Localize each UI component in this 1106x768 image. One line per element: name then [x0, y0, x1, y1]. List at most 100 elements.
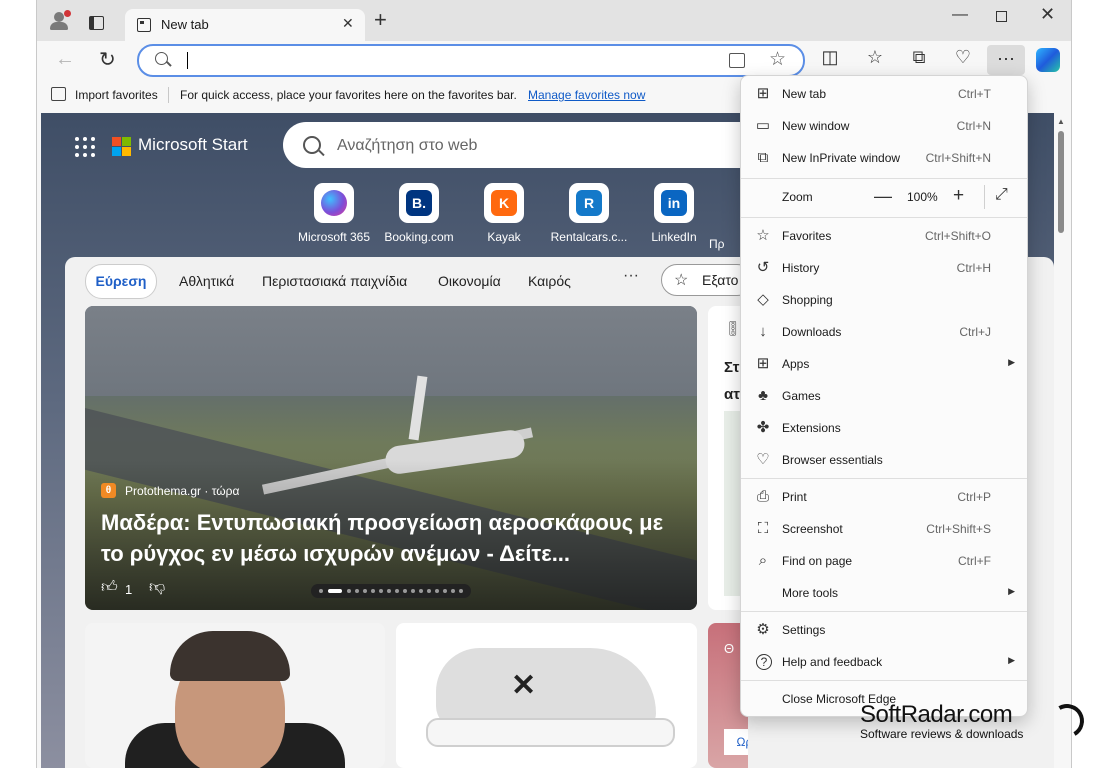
extensions-icon: ✤	[756, 419, 770, 436]
fullscreen-icon[interactable]: ⤢	[995, 186, 1008, 204]
menu-item-new-tab[interactable]: ⊞ New tab Ctrl+T	[741, 79, 1027, 109]
menu-item-new-window[interactable]: ▭ New window Ctrl+N	[741, 111, 1027, 141]
tab-actions-icon[interactable]	[89, 16, 104, 30]
copilot-icon[interactable]	[1036, 48, 1060, 72]
quick-link-booking[interactable]: B. Booking.com	[374, 183, 464, 244]
news-card-person[interactable]	[85, 623, 385, 768]
article-source[interactable]: Protothema.gr · τώρα	[125, 484, 239, 498]
menu-item-history[interactable]: ↺ History Ctrl+H	[741, 253, 1027, 283]
menu-item-label: New tab	[782, 87, 827, 101]
favorites-star-icon[interactable]: ☆	[863, 47, 887, 68]
thumbs-up-icon[interactable]: 👍︎	[101, 578, 118, 597]
menu-item-settings[interactable]: ⚙ Settings	[741, 615, 1027, 645]
menu-item-shortcut: Ctrl+P	[957, 490, 991, 504]
menu-item-label: Help and feedback	[782, 655, 883, 669]
feed-tab-casual-games[interactable]: Περιστασιακά παιχνίδια	[262, 273, 407, 289]
immersive-reader-icon[interactable]	[729, 53, 745, 68]
help-icon: ?	[756, 654, 772, 670]
settings-and-more-menu: ⊞ New tab Ctrl+T ▭ New window Ctrl+N ⧉ N…	[740, 75, 1028, 717]
quick-link-label: Kayak	[487, 230, 521, 244]
app-launcher-icon[interactable]	[75, 137, 95, 157]
toolbar: ← ↻ ☆ ◫ ☆ ⧉ ♡ ···	[37, 41, 1071, 79]
import-favorites-icon[interactable]	[51, 87, 66, 101]
add-favorite-star-icon[interactable]: ☆	[769, 48, 786, 71]
weather-tab-hourly[interactable]: Ωριαία	[724, 729, 748, 755]
refresh-icon[interactable]: ↻	[99, 47, 116, 72]
zoom-value: 100%	[907, 190, 938, 204]
menu-separator	[741, 680, 1027, 681]
scroll-up-arrow-icon[interactable]: ▲	[1057, 117, 1065, 126]
menu-item-more-tools[interactable]: More tools ▶	[741, 578, 1027, 608]
window-close-icon[interactable]: ✕	[1040, 4, 1055, 25]
collections-icon[interactable]: ⧉	[907, 47, 931, 68]
profile-avatar-icon[interactable]	[49, 10, 71, 32]
submenu-arrow-icon: ▶	[1008, 655, 1015, 665]
vertical-scrollbar[interactable]: ▲	[1054, 113, 1068, 768]
import-favorites-button[interactable]: Import favorites	[75, 88, 158, 102]
menu-item-downloads[interactable]: ↓ Downloads Ctrl+J	[741, 317, 1027, 347]
inprivate-icon: ⧉	[757, 149, 769, 166]
menu-item-label: Favorites	[782, 229, 832, 243]
traffic-card-text: Στ ατ	[724, 359, 740, 403]
quick-link-microsoft-365[interactable]: Microsoft 365	[289, 183, 379, 244]
back-arrow-icon[interactable]: ←	[55, 48, 75, 71]
scroll-thumb[interactable]	[1058, 131, 1064, 233]
hero-news-card[interactable]: θ Protothema.gr · τώρα Μαδέρα: Εντυπωσια…	[85, 306, 697, 610]
ad-card-shoe[interactable]: ✕	[396, 623, 697, 768]
new-window-icon: ▭	[755, 117, 771, 134]
settings-and-more-button[interactable]: ···	[987, 45, 1025, 75]
tab-new-tab[interactable]: New tab ✕	[125, 9, 365, 41]
menu-item-shopping[interactable]: ◇ Shopping	[741, 285, 1027, 315]
tab-title: New tab	[161, 17, 209, 32]
feed-tab-finance[interactable]: Οικονομία	[438, 273, 501, 289]
split-screen-icon[interactable]: ◫	[818, 47, 842, 68]
new-tab-favicon-icon	[137, 18, 151, 32]
quick-link-kayak[interactable]: K Kayak	[459, 183, 549, 244]
menu-item-label: New InPrivate window	[782, 151, 901, 165]
zoom-divider	[984, 185, 985, 209]
menu-item-help-and-feedback[interactable]: ? Help and feedback ▶	[741, 647, 1027, 677]
menu-item-browser-essentials[interactable]: ♡ Browser essentials	[741, 445, 1027, 475]
watermark-subtitle: Software reviews & downloads	[860, 727, 1024, 741]
article-headline[interactable]: Μαδέρα: Εντυπωσιακή προσγείωση αεροσκάφο…	[101, 507, 681, 569]
menu-item-games[interactable]: ♣ Games	[741, 381, 1027, 411]
manage-favorites-link[interactable]: Manage favorites now	[528, 88, 645, 102]
menu-item-extensions[interactable]: ✤ Extensions	[741, 413, 1027, 443]
menu-separator	[741, 178, 1027, 179]
download-icon: ↓	[759, 323, 767, 340]
menu-item-find-on-page[interactable]: ⌕ Find on page Ctrl+F	[741, 546, 1027, 576]
tab-close-icon[interactable]: ✕	[342, 15, 354, 32]
minimize-icon[interactable]: —	[952, 6, 968, 24]
menu-item-label: Browser essentials	[782, 453, 883, 467]
feed-more-button[interactable]: ···	[623, 267, 639, 285]
menu-item-shortcut: Ctrl+Shift+S	[926, 522, 991, 536]
browser-essentials-icon[interactable]: ♡	[951, 47, 975, 68]
history-icon: ↺	[756, 259, 770, 276]
feed-tab-weather[interactable]: Καιρός	[528, 273, 571, 289]
like-count: 1	[125, 582, 133, 597]
carousel-pager[interactable]	[311, 584, 471, 598]
maximize-icon[interactable]	[996, 11, 1007, 22]
menu-item-print[interactable]: ⎙ Print Ctrl+P	[741, 482, 1027, 512]
quick-link-label: Booking.com	[384, 230, 454, 244]
menu-item-label: Find on page	[782, 554, 853, 568]
new-tab-plus-icon[interactable]: +	[374, 9, 387, 31]
zoom-out-icon[interactable]: —	[874, 186, 892, 207]
feed-tab-sports[interactable]: Αθλητικά	[179, 273, 234, 289]
web-search-box[interactable]: Αναζήτηση στο web	[283, 122, 753, 168]
menu-item-apps[interactable]: ⊞ Apps ▶	[741, 349, 1027, 379]
quick-link-rentalcars[interactable]: R Rentalcars.c...	[544, 183, 634, 244]
menu-item-new-inprivate-window[interactable]: ⧉ New InPrivate window Ctrl+Shift+N	[741, 143, 1027, 173]
menu-item-label: Apps	[782, 357, 810, 371]
brand-title[interactable]: Microsoft Start	[138, 135, 248, 155]
address-bar[interactable]: ☆	[137, 44, 805, 77]
menu-item-screenshot[interactable]: ⛶ Screenshot Ctrl+Shift+S	[741, 514, 1027, 544]
quick-link-linkedin[interactable]: in LinkedIn	[629, 183, 719, 244]
feed-tab-discover[interactable]: Εύρεση	[85, 264, 157, 299]
thumbs-down-icon[interactable]: 👎︎	[149, 578, 165, 597]
softradar-watermark: SoftRadar.com Software reviews & downloa…	[860, 700, 1088, 742]
search-icon	[155, 52, 168, 65]
favorites-bar-message: For quick access, place your favorites h…	[180, 88, 517, 102]
zoom-in-icon[interactable]: +	[953, 185, 964, 207]
menu-item-favorites[interactable]: ☆ Favorites Ctrl+Shift+O	[741, 221, 1027, 251]
